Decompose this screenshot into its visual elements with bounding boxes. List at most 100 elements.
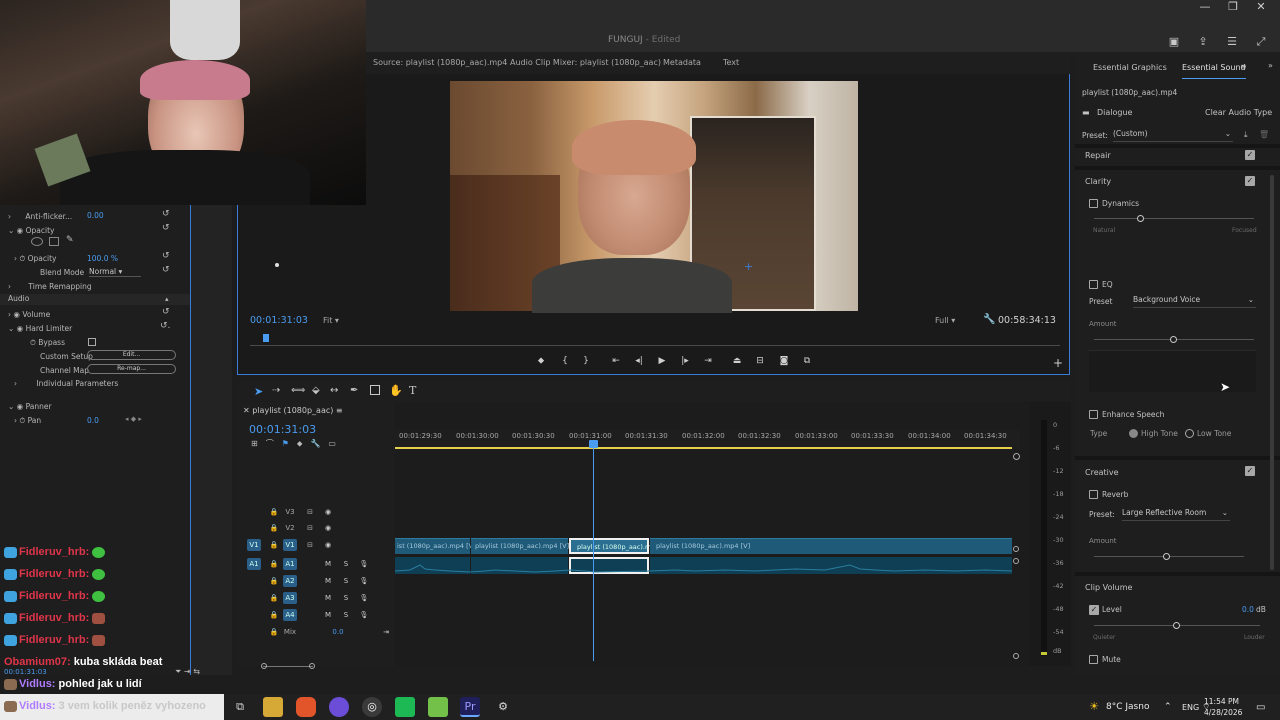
hand-tool-icon[interactable]: ✋ (389, 384, 403, 397)
custom-setup-edit-button[interactable]: Edit... (87, 350, 176, 360)
collapse-icon[interactable]: ▴ (165, 295, 169, 303)
mic-icon[interactable]: 🎙 (357, 609, 371, 621)
language-indicator[interactable]: ENG (1182, 703, 1199, 712)
eye-icon[interactable]: ◉ (321, 522, 335, 534)
solo-track-button[interactable]: S (339, 558, 353, 570)
maximize-button[interactable]: ❐ (1218, 0, 1248, 18)
reset-icon[interactable]: ↺ (162, 209, 170, 219)
eye-icon[interactable]: ◉ (321, 506, 335, 518)
clock-date[interactable]: 4/28/2026 (1204, 708, 1242, 717)
dynamics-slider-knob[interactable] (1137, 215, 1144, 222)
blend-mode-select[interactable]: Normal ▾ (89, 267, 141, 277)
camera-icon[interactable]: ◙ (777, 356, 791, 368)
lock-icon[interactable]: 🔒 (267, 558, 281, 570)
file-explorer-icon[interactable] (263, 697, 283, 717)
video-clip[interactable]: playlist (1080p_aac).mp4 [V] (471, 538, 569, 554)
timeline-timecode[interactable]: 00:01:31:03 (249, 423, 316, 436)
go-to-in-icon[interactable]: ⇤ (609, 356, 623, 368)
mark-in-icon[interactable]: { (558, 356, 572, 368)
level-checkbox[interactable]: ✓ (1089, 605, 1099, 615)
individual-params-row[interactable]: › Individual Parameters (14, 379, 118, 388)
selected-video-clip[interactable]: playlist (1080p_aac).mp4 [V] (569, 538, 671, 554)
compare-icon[interactable]: ⧉ (800, 356, 814, 368)
sync-icon[interactable]: ⊟ (303, 506, 317, 518)
extract-icon[interactable]: ⊟ (753, 356, 767, 368)
track-label[interactable]: A3 (283, 592, 297, 604)
filter-icon[interactable]: ⏷ ⇥ ⇆ (175, 667, 200, 677)
step-forward-icon[interactable]: |▸ (678, 356, 692, 368)
clarity-checkbox[interactable]: ✓ (1245, 176, 1255, 186)
solo-track-button[interactable]: S (339, 575, 353, 587)
panel-scrollbar[interactable] (1270, 175, 1274, 570)
type-tool-icon[interactable]: T (409, 384, 416, 397)
panel-expand-icon[interactable]: » (1268, 61, 1273, 70)
program-scrub-bar[interactable] (250, 345, 1060, 346)
time-remapping-row[interactable]: › Time Remapping (8, 282, 92, 291)
go-to-end-icon[interactable]: ⇥ (379, 626, 393, 638)
mic-icon[interactable]: 🎙 (357, 592, 371, 604)
tab-source[interactable]: Source: playlist (1080p_aac).mp4 (373, 58, 507, 67)
channel-map-remap-button[interactable]: Re-map... (87, 364, 176, 374)
eq-checkbox[interactable] (1089, 280, 1098, 289)
solo-track-button[interactable]: S (339, 609, 353, 621)
program-timecode[interactable]: 00:01:31:03 (250, 315, 308, 326)
reverb-checkbox[interactable] (1089, 490, 1098, 499)
rectangle-tool-icon[interactable] (370, 385, 380, 395)
timeline-toolbar[interactable]: ⊞⌒⚑⬥🔧▭ (251, 438, 344, 449)
pen-mask-icon[interactable]: ✎ (66, 235, 74, 245)
playhead-handle[interactable] (589, 440, 598, 448)
share-icon[interactable]: ⇪ (1195, 35, 1211, 48)
eq-preset-select[interactable]: Background Voice ⌄ (1133, 295, 1256, 308)
clock-time[interactable]: 11:54 PM (1204, 697, 1239, 706)
reset-icon[interactable]: ↺ (162, 265, 170, 275)
close-button[interactable]: ✕ (1246, 0, 1276, 18)
brave-icon[interactable] (296, 697, 316, 717)
video-clip[interactable]: ist (1080p_aac).mp4 [V] (395, 538, 476, 554)
lock-icon[interactable]: 🔒 (267, 522, 281, 534)
ripple-edit-tool-icon[interactable]: ⟺ (291, 385, 305, 396)
preset-select[interactable]: (Custom) ⌄ (1113, 129, 1233, 142)
reset-icon[interactable]: ↺ (162, 251, 170, 261)
zoom-handle-right[interactable] (309, 663, 315, 669)
weather-icon[interactable]: ☀ (1085, 697, 1103, 717)
add-button-icon[interactable]: + (1051, 356, 1065, 370)
tab-essential-graphics[interactable]: Essential Graphics (1093, 63, 1167, 72)
go-to-out-icon[interactable]: ⇥ (701, 356, 715, 368)
reverb-preset-select[interactable]: Large Reflective Room ⌄ (1122, 508, 1230, 521)
task-view-icon[interactable]: ⧉ (230, 697, 250, 717)
mark-out-icon[interactable]: } (579, 356, 593, 368)
quality-select[interactable]: Full ▾ (935, 316, 955, 325)
lock-icon[interactable]: 🔒 (267, 609, 281, 621)
source-patch-a1[interactable]: A1 (247, 558, 261, 570)
rectangle-mask-icon[interactable] (49, 237, 59, 246)
mix-value[interactable]: 0.0 (331, 626, 345, 638)
mute-track-button[interactable]: M (321, 575, 335, 587)
marker-icon[interactable]: ⬥ (534, 356, 548, 368)
low-tone-radio[interactable] (1185, 429, 1194, 438)
app-icon[interactable]: ◎ (362, 697, 382, 717)
track-select-tool-icon[interactable]: ⇢ (272, 385, 280, 396)
minimize-button[interactable]: — (1190, 0, 1220, 18)
selection-tool-icon[interactable]: ➤ (254, 385, 263, 398)
mic-icon[interactable]: 🎙 (357, 575, 371, 587)
opacity-section[interactable]: ⌄ ◉ Opacity (8, 226, 54, 235)
anti-flicker-value[interactable]: 0.00 (87, 211, 104, 220)
dynamics-checkbox[interactable] (1089, 199, 1098, 208)
mute-track-button[interactable]: M (321, 558, 335, 570)
lock-icon[interactable]: 🔒 (267, 539, 281, 551)
vertical-zoom-handle[interactable] (1013, 653, 1019, 659)
lock-icon[interactable]: 🔒 (267, 592, 281, 604)
level-slider-knob[interactable] (1173, 622, 1180, 629)
mute-track-button[interactable]: M (321, 592, 335, 604)
reset-icon[interactable]: ↺. (160, 321, 170, 331)
mute-track-button[interactable]: M (321, 609, 335, 621)
wrench-icon[interactable]: 🔧 (983, 314, 995, 325)
repair-checkbox[interactable]: ✓ (1245, 150, 1255, 160)
level-value[interactable]: 0.0 (1242, 605, 1254, 614)
enhance-speech-checkbox[interactable] (1089, 410, 1098, 419)
lift-icon[interactable]: ⏏ (730, 356, 744, 368)
tab-essential-sound[interactable]: Essential Sound (1182, 63, 1246, 79)
track-label[interactable]: A4 (283, 609, 297, 621)
keyframe-dot[interactable] (275, 263, 279, 267)
track-end-handle[interactable] (1013, 546, 1019, 552)
